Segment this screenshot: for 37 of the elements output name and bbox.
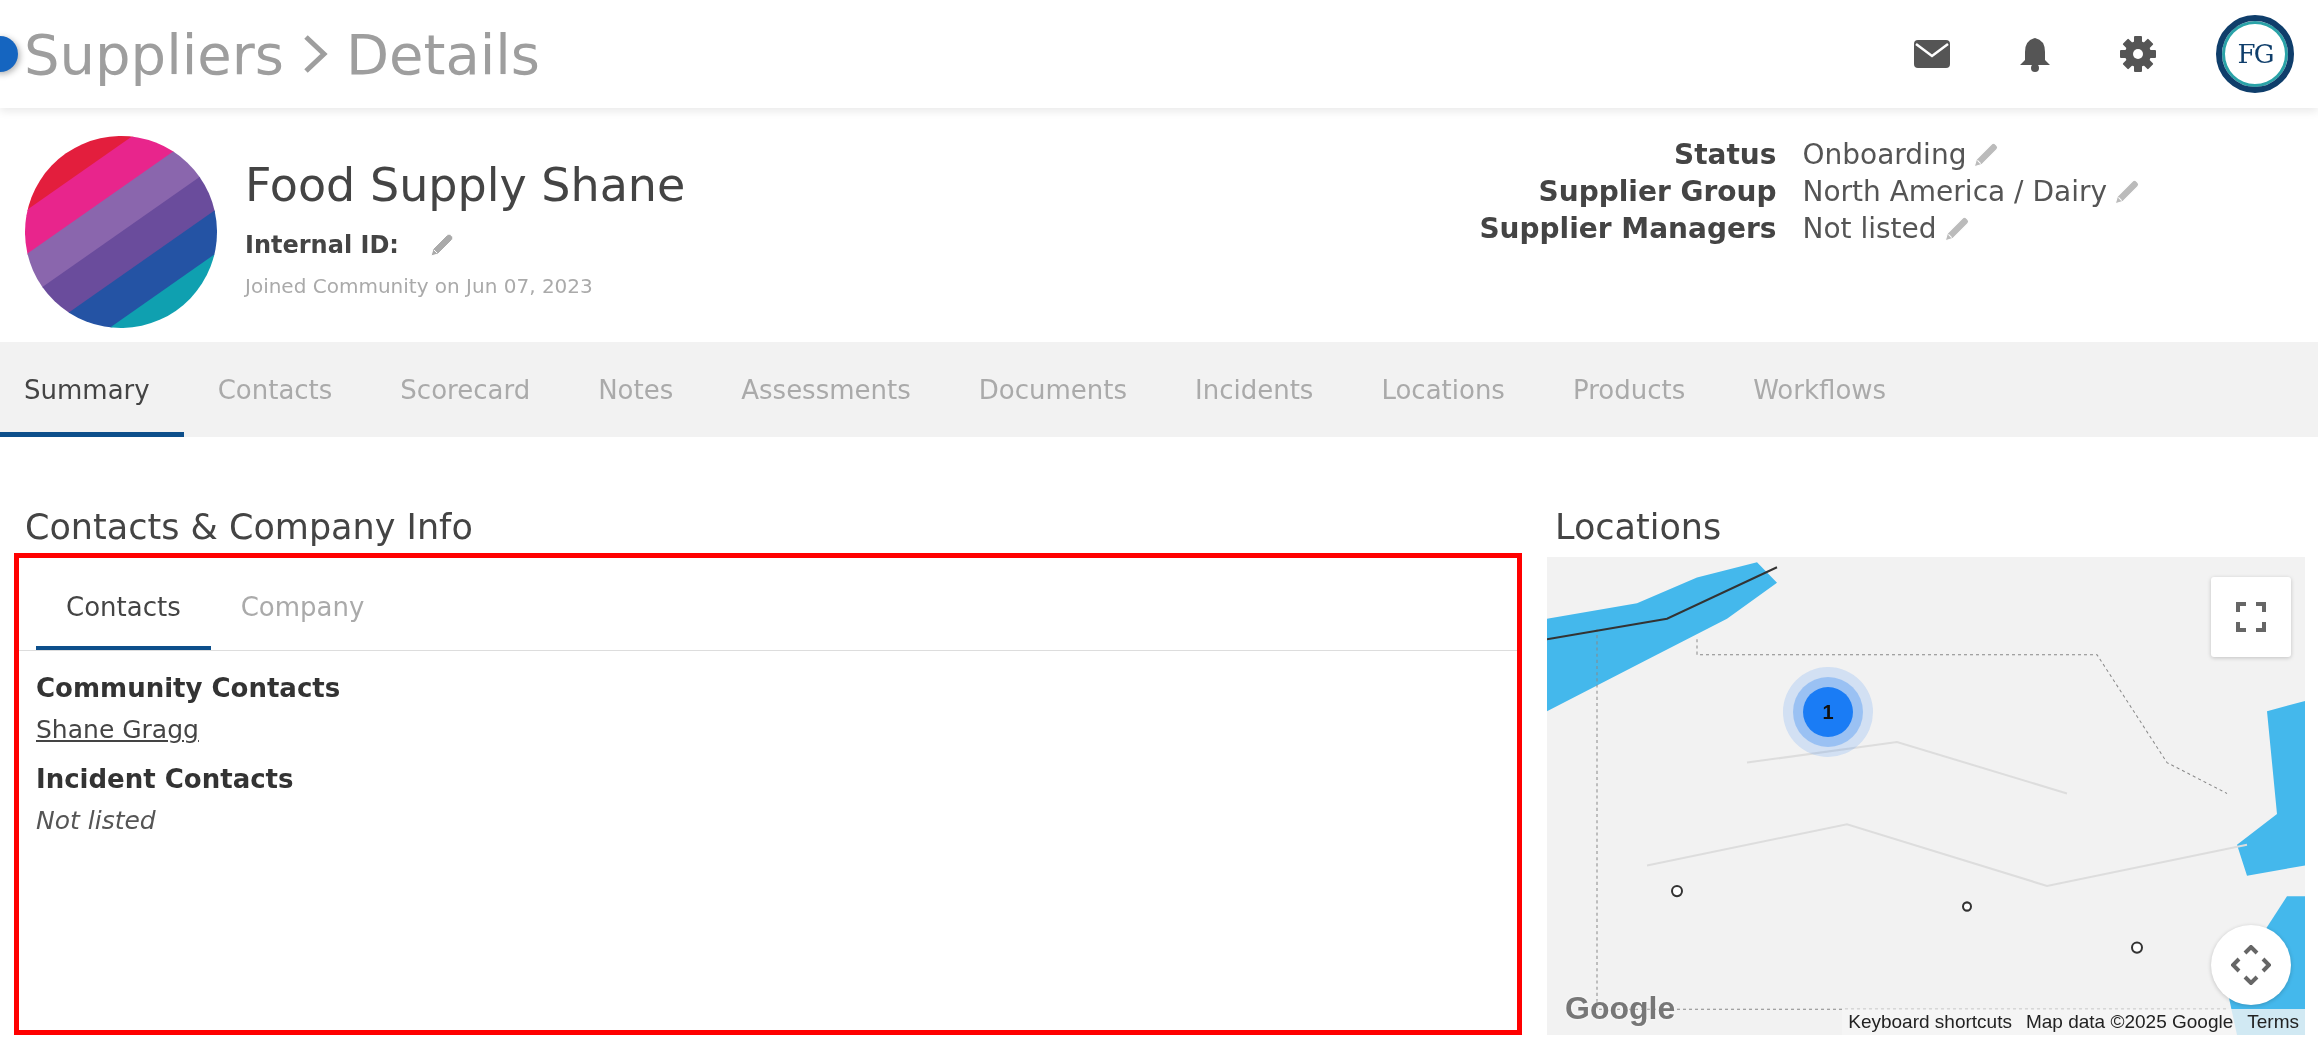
map-footer-link[interactable]: Terms	[2247, 1011, 2299, 1033]
section-title: Locations	[1555, 507, 1723, 547]
fullscreen-button[interactable]	[2211, 577, 2291, 657]
property-label: Supplier Managers	[1479, 212, 1777, 245]
map-footer-link[interactable]: Keyboard shortcuts	[1848, 1011, 2012, 1033]
property-value: Not listed	[1802, 212, 1937, 245]
group-title: Community Contacts	[36, 673, 342, 703]
tab[interactable]: Contacts	[183, 342, 367, 437]
supplier-name: Food Supply Shane	[245, 158, 686, 212]
tab[interactable]: Company	[210, 558, 395, 650]
tab[interactable]: Locations	[1347, 342, 1539, 437]
section-title: Contacts & Company Info	[25, 507, 474, 547]
fullscreen-icon	[2236, 602, 2266, 632]
tab[interactable]: Products	[1538, 342, 1720, 437]
tab[interactable]: Notes	[564, 342, 708, 437]
contact-link[interactable]: Shane Gragg	[36, 715, 1500, 744]
move-arrows-icon	[2231, 945, 2271, 985]
organization-logo[interactable]: FG	[2216, 15, 2294, 93]
group-title: Incident Contacts	[36, 764, 295, 794]
internal-id-label: Internal ID:	[245, 231, 399, 259]
tab[interactable]: Workflows	[1719, 342, 1921, 437]
property-value: Onboarding	[1802, 138, 1967, 171]
breadcrumb-item[interactable]: Suppliers	[24, 21, 284, 87]
tab[interactable]: Scorecard	[366, 342, 565, 437]
tab[interactable]: Documents	[944, 342, 1161, 437]
tab[interactable]: Contacts	[36, 558, 211, 650]
map-footer-link[interactable]: Map data ©2025 Google	[2025, 1011, 2234, 1033]
property-label: Supplier Group	[1537, 175, 1777, 208]
tab[interactable]: Incidents	[1161, 342, 1348, 437]
tab[interactable]: Assessments	[707, 342, 945, 437]
property-value: North America / Dairy	[1802, 175, 2107, 208]
empty-text: Not listed	[36, 806, 157, 835]
joined-date: Joined Community on Jun 07, 2023	[245, 274, 594, 298]
property-label: Status	[1673, 138, 1777, 171]
breadcrumb-item: Details	[345, 21, 541, 87]
tab[interactable]: Summary	[0, 342, 184, 437]
map-logo: Google	[1565, 990, 1676, 1027]
